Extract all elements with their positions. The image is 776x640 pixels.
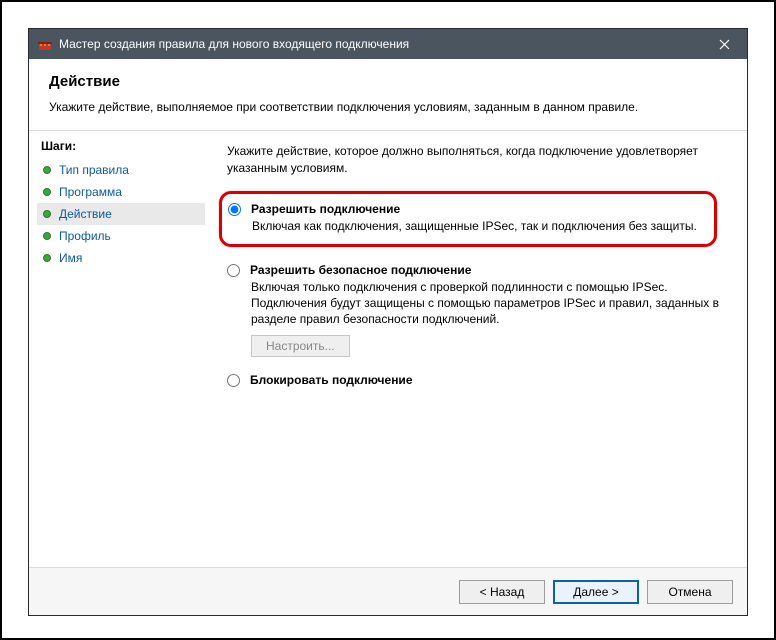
step-profile[interactable]: Профиль [37, 225, 205, 247]
wizard-window: Мастер создания правила для нового входя… [28, 28, 748, 616]
bullet-icon [43, 166, 51, 174]
titlebar: Мастер создания правила для нового входя… [29, 29, 747, 59]
step-label: Профиль [59, 229, 111, 243]
option-allow-secure-row[interactable]: Разрешить безопасное подключение [227, 263, 725, 277]
step-action[interactable]: Действие [37, 203, 205, 225]
bullet-icon [43, 210, 51, 218]
option-allow-secure-desc: Включая только подключения с проверкой п… [251, 279, 725, 328]
radio-allow-secure[interactable] [227, 264, 240, 277]
step-program[interactable]: Программа [37, 181, 205, 203]
close-button[interactable] [702, 29, 747, 59]
page-subtitle: Укажите действие, выполняемое при соотве… [49, 100, 727, 114]
window-title: Мастер создания правила для нового входя… [59, 37, 702, 51]
option-allow-desc: Включая как подключения, защищенные IPSe… [252, 218, 704, 234]
steps-sidebar: Шаги: Тип правила Программа Действие Про… [29, 131, 205, 567]
step-label: Программа [59, 185, 122, 199]
bullet-icon [43, 232, 51, 240]
cancel-button[interactable]: Отмена [647, 580, 733, 604]
option-allow-secure: Разрешить безопасное подключение Включая… [227, 263, 725, 358]
option-block-row[interactable]: Блокировать подключение [227, 373, 725, 387]
step-label: Имя [59, 251, 82, 265]
bullet-icon [43, 254, 51, 262]
close-icon [719, 39, 730, 50]
option-allow-secure-label: Разрешить безопасное подключение [250, 263, 471, 277]
option-block-label: Блокировать подключение [250, 373, 413, 387]
option-allow-row[interactable]: Разрешить подключение [228, 202, 704, 216]
wizard-header: Действие Укажите действие, выполняемое п… [29, 59, 747, 130]
radio-block[interactable] [227, 374, 240, 387]
app-icon [37, 36, 53, 52]
wizard-content: Укажите действие, которое должно выполня… [205, 131, 747, 567]
option-block: Блокировать подключение [227, 373, 725, 387]
content-intro: Укажите действие, которое должно выполня… [227, 143, 725, 177]
option-allow: Разрешить подключение Включая как подклю… [219, 191, 717, 247]
steps-label: Шаги: [37, 139, 205, 159]
bullet-icon [43, 188, 51, 196]
step-rule-type[interactable]: Тип правила [37, 159, 205, 181]
page-title: Действие [49, 73, 727, 90]
back-button[interactable]: < Назад [459, 580, 545, 604]
step-label: Тип правила [59, 163, 129, 177]
radio-allow[interactable] [228, 203, 241, 216]
step-label: Действие [59, 207, 112, 221]
option-allow-label: Разрешить подключение [251, 202, 400, 216]
wizard-footer: < Назад Далее > Отмена [29, 567, 747, 615]
configure-button: Настроить... [251, 335, 350, 357]
next-button[interactable]: Далее > [553, 580, 639, 604]
step-name[interactable]: Имя [37, 247, 205, 269]
